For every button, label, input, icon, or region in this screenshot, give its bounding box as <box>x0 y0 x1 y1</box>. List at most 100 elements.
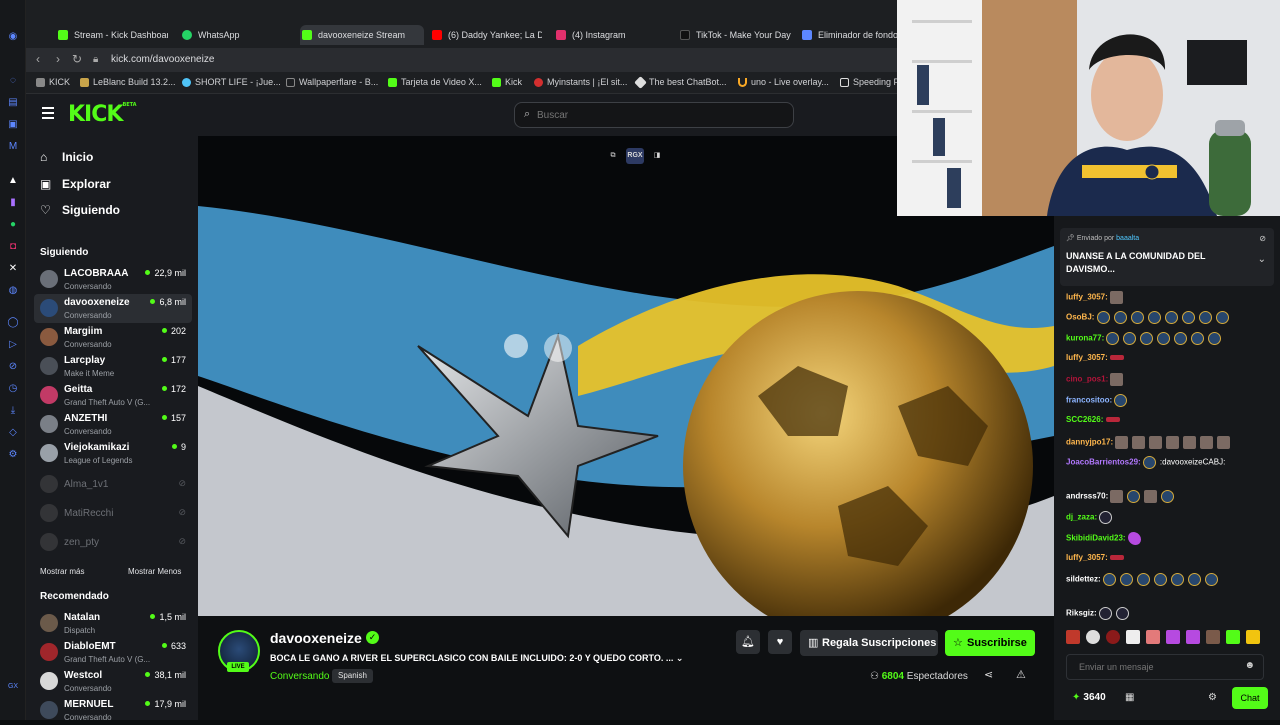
emote-icon[interactable] <box>1142 456 1156 469</box>
chat-input[interactable] <box>1079 660 1239 674</box>
emote-icon[interactable] <box>1208 332 1222 345</box>
rgx-button[interactable]: RGX <box>626 148 644 164</box>
emote-icon[interactable] <box>1110 373 1124 386</box>
pip-icon[interactable]: ⧉ <box>604 148 622 164</box>
settings-icon[interactable]: ⚙ <box>6 448 20 462</box>
emote-icon[interactable] <box>1204 573 1218 586</box>
emote-icon[interactable] <box>1181 311 1195 324</box>
show-less-button[interactable]: Mostrar Menos <box>128 567 181 576</box>
emote-icon[interactable] <box>1217 436 1231 449</box>
emote-icon[interactable] <box>1115 436 1129 449</box>
whatsapp-icon[interactable]: ● <box>6 218 20 232</box>
app-icon[interactable]: ▲ <box>6 174 20 188</box>
browser-tab[interactable]: Stream - Kick Dashboard <box>56 25 168 45</box>
emote-icon[interactable] <box>1144 490 1158 503</box>
menu-icon[interactable] <box>42 107 54 122</box>
bookmark[interactable]: Tarjeta de Video X... <box>388 77 482 87</box>
emote-icon[interactable] <box>1119 573 1133 586</box>
browser-tab[interactable]: WhatsApp <box>180 25 290 45</box>
download-icon[interactable]: ⤓ <box>6 404 20 418</box>
emote-icon[interactable] <box>1186 630 1200 644</box>
emote-icon[interactable] <box>1099 511 1113 524</box>
emote-icon[interactable] <box>1215 311 1229 324</box>
emote-icon[interactable] <box>1098 607 1112 620</box>
chat-username[interactable]: sildettez: <box>1066 575 1103 584</box>
emote-icon[interactable] <box>1198 311 1212 324</box>
app-icon[interactable]: ▷ <box>6 338 20 352</box>
chat-send-button[interactable]: Chat <box>1232 687 1268 709</box>
bookmark[interactable]: The best ChatBot... <box>634 76 727 89</box>
gift-icon[interactable]: ▦ <box>1125 692 1134 703</box>
nav-home[interactable]: ⌂ Inicio <box>40 148 93 166</box>
emote-icon[interactable] <box>1170 573 1184 586</box>
browser-tab-active[interactable]: davooxeneize Stream <box>300 25 424 45</box>
emote-icon[interactable] <box>1110 490 1124 503</box>
emote-icon[interactable] <box>1136 573 1150 586</box>
emote-icon[interactable] <box>1110 291 1124 304</box>
chat-username[interactable]: dj_zaza: <box>1066 513 1099 522</box>
sidebar-channel[interactable]: Natalan Dispatch 1,5 mil <box>34 609 192 638</box>
chat-username[interactable]: luffy_3057: <box>1066 293 1110 302</box>
sidebar-channel[interactable]: Larcplay Make it Meme 177 <box>34 352 192 381</box>
chat-username[interactable]: SCC2626: <box>1066 415 1106 424</box>
sidebar-channel[interactable]: LACOBRAAA Conversando 22,9 mil <box>34 265 192 294</box>
sidebar-channel[interactable]: Geitta Grand Theft Auto V (G... 172 <box>34 381 192 410</box>
emote-icon[interactable] <box>1110 355 1125 361</box>
emote-icon[interactable] <box>1086 630 1100 644</box>
app-icon[interactable]: ◯ <box>6 316 20 330</box>
app-icon[interactable]: ⊘ <box>6 360 20 374</box>
stream-category[interactable]: Conversando <box>270 671 329 682</box>
bookmark[interactable]: Myinstants | ¡El sit... <box>534 77 627 87</box>
sidebar-channel[interactable]: ANZETHI Conversando 157 <box>34 410 192 439</box>
emote-icon[interactable] <box>1140 332 1154 345</box>
chat-username[interactable]: dannyjpo17: <box>1066 438 1115 447</box>
browser-tab[interactable]: TikTok - Make Your Day <box>678 25 792 45</box>
search-input[interactable] <box>537 107 777 123</box>
emoji-icon[interactable]: ☻ <box>1244 660 1255 671</box>
emote-icon[interactable] <box>1127 532 1141 545</box>
emote-icon[interactable] <box>1246 630 1260 644</box>
emote-icon[interactable] <box>1191 332 1205 345</box>
clock-icon[interactable]: ◷ <box>6 382 20 396</box>
search-box[interactable]: ⌕ <box>514 102 794 128</box>
bookmark[interactable]: KICK <box>36 77 70 87</box>
sidebar-channel-offline[interactable]: Alma_1v1 ⊘ <box>34 470 192 499</box>
emote-icon[interactable] <box>1164 311 1178 324</box>
bookmark[interactable]: uno - Live overlay... <box>738 77 829 87</box>
emote-icon[interactable] <box>1113 311 1127 324</box>
bookmark[interactable]: SHORT LIFE - ¡Jue... <box>182 77 281 87</box>
emote-icon[interactable] <box>1126 630 1140 644</box>
subscribe-button[interactable]: ☆ Suscribirse <box>945 630 1035 656</box>
bookmark[interactable]: Speeding F <box>840 77 899 87</box>
chevron-down-icon[interactable]: ⌄ <box>676 653 684 663</box>
chat-username[interactable]: francositoo: <box>1066 396 1114 405</box>
app-icon[interactable]: ▤ <box>6 96 20 110</box>
emote-icon[interactable] <box>1146 630 1160 644</box>
bookmark[interactable]: LeBlanc Build 13.2... <box>80 77 176 87</box>
channel-points[interactable]: 3640 <box>1072 692 1105 703</box>
emote-icon[interactable] <box>1157 332 1171 345</box>
sidebar-channel-offline[interactable]: zen_pty ⊘ <box>34 528 192 557</box>
emote-icon[interactable] <box>1206 630 1220 644</box>
emote-icon[interactable] <box>1130 311 1144 324</box>
app-icon[interactable]: ◉ <box>6 30 20 44</box>
app-icon[interactable]: ◇ <box>6 426 20 440</box>
sidebar-channel[interactable]: DiabloEMT Grand Theft Auto V (G... 633 <box>34 638 192 667</box>
emote-icon[interactable] <box>1187 573 1201 586</box>
twitch-icon[interactable]: ▮ <box>6 196 20 210</box>
chat-username[interactable]: JoacoBarrientos29: <box>1066 458 1143 467</box>
notification-bell-button[interactable]: 🔔︎ <box>736 630 760 654</box>
show-more-button[interactable]: Mostrar más <box>40 567 84 576</box>
report-icon[interactable]: ⚠ <box>1016 668 1026 681</box>
chat-input-box[interactable]: ☻ <box>1066 654 1264 680</box>
emote-icon[interactable] <box>1132 436 1146 449</box>
chat-username[interactable]: OsoBJ: <box>1066 313 1097 322</box>
app-icon[interactable]: ▣ <box>6 118 20 132</box>
emote-icon[interactable] <box>1147 311 1161 324</box>
emote-icon[interactable] <box>1096 311 1110 324</box>
app-icon[interactable]: M <box>6 140 20 154</box>
emote-icon[interactable] <box>1110 555 1125 561</box>
emote-icon[interactable] <box>1066 630 1080 644</box>
sidebar-channel[interactable]: Margiim Conversando 202 <box>34 323 192 352</box>
kick-logo[interactable]: KICKBETA <box>68 102 137 127</box>
